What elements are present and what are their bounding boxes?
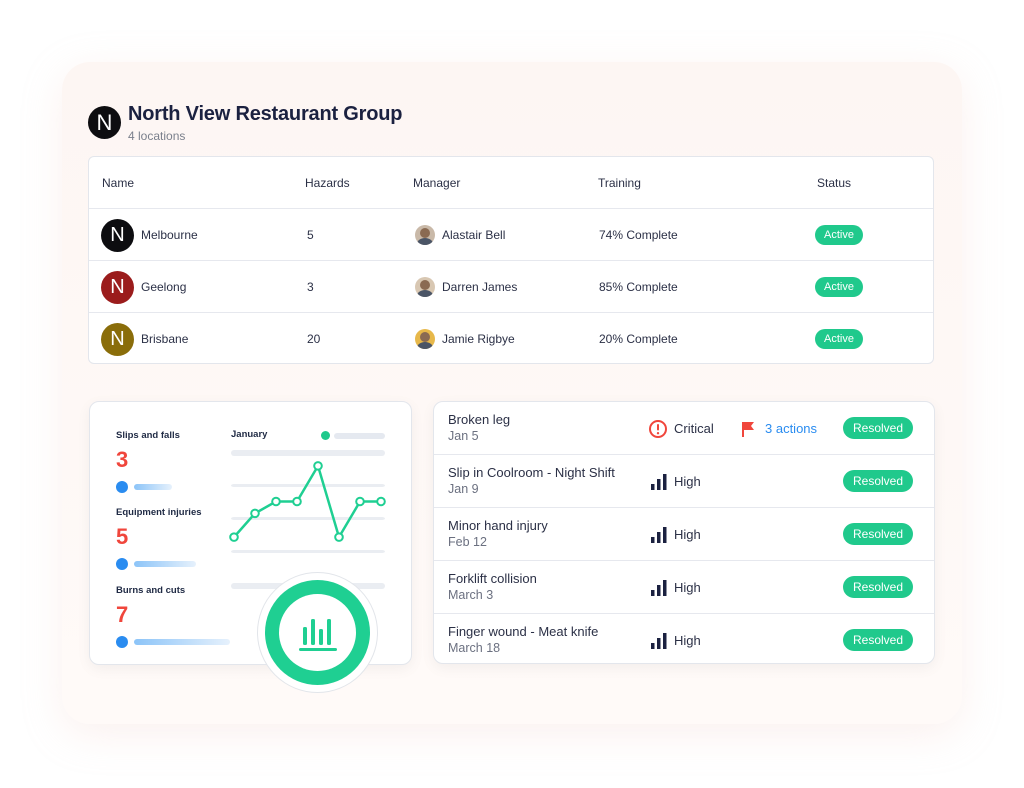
data-point	[292, 496, 302, 507]
incident-date: March 3	[448, 588, 494, 602]
hazard-count: 20	[307, 332, 321, 346]
incident-title[interactable]: Broken leg	[448, 412, 510, 427]
chart-gridline	[231, 550, 385, 553]
signal-bars-icon	[651, 526, 667, 543]
status-badge: Resolved	[843, 629, 913, 651]
org-logo: N	[88, 106, 121, 139]
data-point	[271, 496, 281, 507]
incident-title[interactable]: Finger wound - Meat knife	[448, 624, 598, 639]
column-header-name[interactable]: Name	[102, 176, 134, 190]
manager-name[interactable]: Darren James	[442, 280, 517, 294]
chart-badge	[257, 572, 378, 693]
incident-title[interactable]: Minor hand injury	[448, 518, 548, 533]
incident-date: Feb 12	[448, 535, 487, 549]
manager-name[interactable]: Jamie Rigbye	[442, 332, 515, 346]
location-avatar: N	[101, 270, 134, 304]
list-item[interactable]: Forklift collision March 3 High Resolved	[434, 561, 934, 614]
severity: Critical	[648, 402, 714, 455]
hazard-count: 3	[307, 280, 314, 294]
column-header-training[interactable]: Training	[598, 176, 641, 190]
status-badge: Active	[815, 329, 863, 349]
table-row[interactable]: N Brisbane 20 Jamie Rigbye 20% Complete …	[89, 313, 933, 363]
data-point	[250, 508, 260, 519]
data-point	[313, 461, 323, 471]
data-point	[229, 532, 239, 542]
column-header-manager[interactable]: Manager	[413, 176, 460, 190]
manager-name[interactable]: Alastair Bell	[442, 228, 505, 242]
chart-gridline	[231, 450, 385, 456]
incidents-list: Broken leg Jan 5 Critical 3 actions Reso…	[433, 401, 935, 664]
list-item[interactable]: Finger wound - Meat knife March 18 High …	[434, 614, 934, 663]
severity-label: High	[674, 580, 701, 595]
hazard-count: 5	[307, 228, 314, 242]
location-avatar: N	[101, 322, 134, 356]
severity-label: High	[674, 474, 701, 489]
table-row[interactable]: N Melbourne 5 Alastair Bell 74% Complete…	[89, 209, 933, 261]
severity-label: High	[674, 527, 701, 542]
locations-table: Name Hazards Manager Training Status N M…	[88, 156, 934, 364]
column-header-hazards[interactable]: Hazards	[305, 176, 350, 190]
page-title: North View Restaurant Group	[128, 103, 403, 125]
avatar	[415, 277, 435, 297]
status-badge: Resolved	[843, 417, 913, 439]
incident-date: Jan 5	[448, 429, 479, 443]
incident-date: Jan 9	[448, 482, 479, 496]
org-header: N North View Restaurant Group 4 location…	[88, 103, 402, 143]
training-progress: 20% Complete	[599, 332, 678, 346]
alert-circle-icon	[649, 419, 667, 438]
avatar	[415, 329, 435, 349]
severity: High	[650, 614, 701, 663]
status-badge: Resolved	[843, 576, 913, 598]
actions-label[interactable]: 3 actions	[765, 421, 817, 436]
location-name[interactable]: Brisbane	[141, 332, 188, 346]
avatar	[415, 225, 435, 245]
incident-date: March 18	[448, 641, 501, 655]
location-avatar: N	[101, 218, 134, 252]
incident-title[interactable]: Forklift collision	[448, 571, 537, 586]
severity-label: Critical	[674, 421, 714, 436]
column-header-status[interactable]: Status	[817, 176, 851, 190]
status-badge: Active	[815, 277, 863, 297]
training-progress: 74% Complete	[599, 228, 678, 242]
status-badge: Resolved	[843, 523, 913, 545]
status-badge: Active	[815, 225, 863, 245]
table-header: Name Hazards Manager Training Status	[89, 157, 933, 209]
signal-bars-icon	[651, 473, 667, 490]
data-point	[334, 532, 344, 542]
signal-bars-icon	[651, 579, 667, 596]
list-item[interactable]: Broken leg Jan 5 Critical 3 actions Reso…	[434, 402, 934, 455]
severity: High	[650, 455, 701, 508]
data-point	[355, 496, 365, 507]
bar-chart-icon	[298, 618, 337, 651]
severity: High	[650, 561, 701, 614]
list-item[interactable]: Minor hand injury Feb 12 High Resolved	[434, 508, 934, 561]
status-badge: Resolved	[843, 470, 913, 492]
signal-bars-icon	[651, 632, 667, 649]
severity: High	[650, 508, 701, 561]
list-item[interactable]: Slip in Coolroom - Night Shift Jan 9 Hig…	[434, 455, 934, 508]
flag-icon	[742, 421, 754, 437]
location-count: 4 locations	[128, 129, 186, 143]
training-progress: 85% Complete	[599, 280, 678, 294]
incident-title[interactable]: Slip in Coolroom - Night Shift	[448, 465, 615, 480]
data-point	[376, 496, 386, 507]
location-name[interactable]: Geelong	[141, 280, 186, 294]
actions-link[interactable]: 3 actions	[740, 402, 817, 455]
location-name[interactable]: Melbourne	[141, 228, 198, 242]
table-row[interactable]: N Geelong 3 Darren James 85% Complete Ac…	[89, 261, 933, 313]
severity-label: High	[674, 633, 701, 648]
